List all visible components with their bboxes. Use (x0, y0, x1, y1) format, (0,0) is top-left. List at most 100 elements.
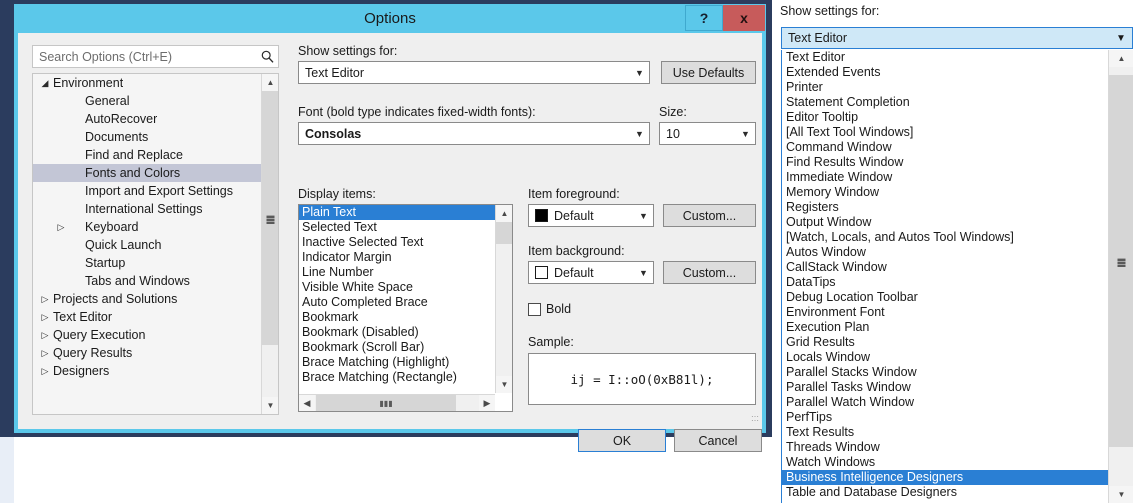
chevron-collapsed-icon[interactable]: ▷ (37, 326, 53, 344)
display-items-hscrollbar-thumb[interactable]: ▮▮▮ (316, 395, 456, 411)
tree-item-projects-and-solutions[interactable]: ▷ Projects and Solutions (33, 290, 261, 308)
scroll-right-icon[interactable]: ▶ (479, 395, 495, 411)
right-panel-list-item[interactable]: [Watch, Locals, and Autos Tool Windows] (782, 230, 1108, 245)
display-item[interactable]: Brace Matching (Highlight) (299, 355, 495, 370)
right-panel-list-item[interactable]: [All Text Tool Windows] (782, 125, 1108, 140)
chevron-collapsed-icon[interactable]: ▷ (37, 308, 53, 326)
scroll-up-icon[interactable]: ▲ (496, 205, 512, 222)
right-panel-list-item[interactable]: Statement Completion (782, 95, 1108, 110)
right-panel-list-item[interactable]: Immediate Window (782, 170, 1108, 185)
chevron-collapsed-icon[interactable]: ▷ (37, 344, 53, 362)
tree-item-fonts-and-colors[interactable]: Fonts and Colors (33, 164, 261, 182)
tree-item-international-settings[interactable]: International Settings (33, 200, 261, 218)
chevron-expanded-icon[interactable]: ◢ (37, 74, 53, 92)
tree-item-general[interactable]: General (33, 92, 261, 110)
right-panel-list-item[interactable]: Registers (782, 200, 1108, 215)
tree-vertical-scrollbar[interactable]: ▲ ▬ ▬ ▬ ▼ (261, 74, 278, 414)
display-item[interactable]: Inactive Selected Text (299, 235, 495, 250)
chevron-collapsed-icon[interactable]: ▷ (53, 218, 69, 236)
item-foreground-combo[interactable]: Default ▼ (528, 204, 654, 227)
close-button[interactable]: x (723, 5, 765, 31)
size-combo[interactable]: 10 ▼ (659, 122, 756, 145)
right-panel-list-item[interactable]: Extended Events (782, 65, 1108, 80)
foreground-custom-button[interactable]: Custom... (663, 204, 756, 227)
tree-item-documents[interactable]: Documents (33, 128, 261, 146)
tree-item-text-editor[interactable]: ▷ Text Editor (33, 308, 261, 326)
scroll-up-icon[interactable]: ▲ (1109, 50, 1133, 67)
tree-item-partial[interactable] (33, 380, 261, 388)
tree-item-import-and-export-settings[interactable]: Import and Export Settings (33, 182, 261, 200)
display-item[interactable]: Indicator Margin (299, 250, 495, 265)
display-item[interactable]: Bookmark (299, 310, 495, 325)
tree-item-keyboard[interactable]: ▷ Keyboard (33, 218, 261, 236)
display-item[interactable]: Selected Text (299, 220, 495, 235)
right-panel-list-item[interactable]: Business Intelligence Designers (782, 470, 1108, 485)
display-item[interactable]: Visible White Space (299, 280, 495, 295)
display-items-scrollbar-thumb[interactable] (496, 222, 512, 244)
right-panel-combo[interactable]: Text Editor ▼ (781, 27, 1133, 49)
tree-item-startup[interactable]: Startup (33, 254, 261, 272)
font-combo[interactable]: Consolas ▼ (298, 122, 650, 145)
dialog-title-bar[interactable]: Options ? x (14, 4, 766, 33)
right-panel-list-item[interactable]: CallStack Window (782, 260, 1108, 275)
right-panel-list-item[interactable]: Text Results (782, 425, 1108, 440)
display-item[interactable]: Plain Text (299, 205, 495, 220)
use-defaults-button[interactable]: Use Defaults (661, 61, 756, 84)
display-item[interactable]: Bookmark (Scroll Bar) (299, 340, 495, 355)
tree-item-quick-launch[interactable]: Quick Launch (33, 236, 261, 254)
right-panel-list-item[interactable]: DataTips (782, 275, 1108, 290)
right-panel-list-item[interactable]: Threads Window (782, 440, 1108, 455)
scroll-down-icon[interactable]: ▼ (262, 397, 278, 414)
show-settings-for-combo[interactable]: Text Editor ▼ (298, 61, 650, 84)
right-panel-list-item[interactable]: Parallel Watch Window (782, 395, 1108, 410)
right-panel-list-item[interactable]: PerfTips (782, 410, 1108, 425)
tree-item-query-results[interactable]: ▷ Query Results (33, 344, 261, 362)
display-item[interactable]: Bookmark (Disabled) (299, 325, 495, 340)
display-item[interactable]: Auto Completed Brace (299, 295, 495, 310)
right-panel-list-item[interactable]: Find Results Window (782, 155, 1108, 170)
tree-item-find-and-replace[interactable]: Find and Replace (33, 146, 261, 164)
right-panel-list-item[interactable]: Locals Window (782, 350, 1108, 365)
scroll-left-icon[interactable]: ◀ (299, 395, 315, 411)
cancel-button[interactable]: Cancel (674, 429, 762, 452)
scroll-down-icon[interactable]: ▼ (1109, 486, 1133, 503)
display-items-list[interactable]: Plain Text Selected Text Inactive Selected… (298, 204, 513, 412)
background-custom-button[interactable]: Custom... (663, 261, 756, 284)
right-panel-list-item[interactable]: Memory Window (782, 185, 1108, 200)
tree-item-query-execution[interactable]: ▷ Query Execution (33, 326, 261, 344)
ok-button[interactable]: OK (578, 429, 666, 452)
search-options-input[interactable]: Search Options (Ctrl+E) (32, 45, 279, 68)
options-category-tree[interactable]: ◢ Environment General AutoRecover Documents F… (32, 73, 279, 415)
tree-scrollbar-thumb[interactable]: ▬ ▬ ▬ (262, 91, 278, 345)
right-panel-list-item[interactable]: Command Window (782, 140, 1108, 155)
item-background-combo[interactable]: Default ▼ (528, 261, 654, 284)
bold-checkbox[interactable]: Bold (528, 302, 571, 316)
right-panel-list-item[interactable]: Text Editor (782, 50, 1108, 65)
right-panel-list-item[interactable]: Debug Location Toolbar (782, 290, 1108, 305)
right-panel-dropdown-list[interactable]: Text Editor Extended Events Printer Stateme… (781, 50, 1133, 503)
right-panel-list-item[interactable]: Watch Windows (782, 455, 1108, 470)
right-panel-scrollbar-thumb[interactable]: ▬ ▬ ▬ (1109, 75, 1133, 447)
right-panel-list-item[interactable]: Parallel Tasks Window (782, 380, 1108, 395)
right-panel-vertical-scrollbar[interactable]: ▲ ▬ ▬ ▬ ▼ (1108, 50, 1133, 503)
display-item[interactable]: Brace Matching (Rectangle) (299, 370, 495, 385)
right-panel-list-item[interactable]: Parallel Stacks Window (782, 365, 1108, 380)
right-panel-list-item[interactable]: Autos Window (782, 245, 1108, 260)
right-panel-list-item[interactable]: Table and Database Designers (782, 485, 1108, 500)
right-panel-list-item[interactable]: Output Window (782, 215, 1108, 230)
tree-item-environment[interactable]: ◢ Environment (33, 74, 261, 92)
display-items-horizontal-scrollbar[interactable]: ◀ ▮▮▮ ▶ (299, 394, 495, 411)
right-panel-list-item[interactable]: Grid Results (782, 335, 1108, 350)
tree-item-designers[interactable]: ▷ Designers (33, 362, 261, 380)
right-panel-list-item[interactable]: Printer (782, 80, 1108, 95)
chevron-collapsed-icon[interactable]: ▷ (37, 362, 53, 380)
right-panel-list-item[interactable]: Environment Font (782, 305, 1108, 320)
tree-item-tabs-and-windows[interactable]: Tabs and Windows (33, 272, 261, 290)
right-panel-list-item[interactable]: Editor Tooltip (782, 110, 1108, 125)
resize-grip-icon[interactable]: ⋯ ⋯ (747, 413, 759, 427)
scroll-up-icon[interactable]: ▲ (262, 74, 278, 91)
display-items-vertical-scrollbar[interactable]: ▲ ▼ (495, 205, 512, 393)
chevron-collapsed-icon[interactable]: ▷ (37, 290, 53, 308)
tree-item-autorecover[interactable]: AutoRecover (33, 110, 261, 128)
scroll-down-icon[interactable]: ▼ (496, 376, 512, 393)
